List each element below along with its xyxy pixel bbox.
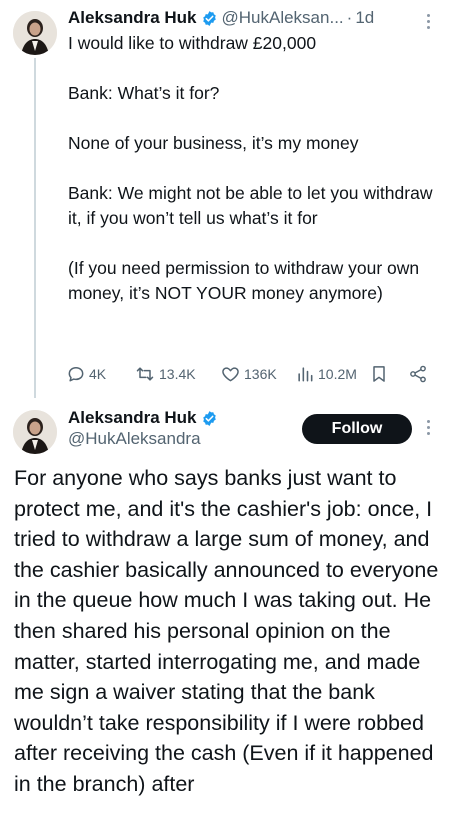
like-button[interactable]: 136K [220,364,277,384]
reply-button[interactable]: 4K [66,364,106,384]
author-handle[interactable]: @HukAleksandra [68,429,201,449]
verified-badge-icon [201,10,218,27]
follow-button[interactable]: Follow [302,414,412,444]
author-row: Aleksandra Huk [68,408,218,428]
verified-badge-icon [201,410,218,427]
bookmark-button[interactable] [369,364,389,384]
repost-button[interactable]: 13.4K [134,364,196,384]
tweet-text-line: None of your business, it’s my money [68,133,359,153]
share-button[interactable] [408,364,428,384]
share-icon [410,365,426,383]
views-icon [298,367,313,382]
reply-count: 4K [89,366,107,382]
like-count: 136K [244,366,277,382]
author-avatar[interactable] [13,11,57,55]
repost-count: 13.4K [159,366,196,382]
views-button[interactable]: 10.2M [295,364,357,384]
like-icon [222,367,239,382]
tweet-text-line: Bank: We might not be able to let you wi… [68,183,433,228]
tweet-text-line: Bank: What’s it for? [68,83,220,103]
author-display-name[interactable]: Aleksandra Huk [68,8,197,28]
tweet-body: For anyone who says banks just want to p… [14,466,439,796]
tweet-timestamp[interactable]: 1d [355,8,374,28]
tweet-text-line: (If you need permission to withdraw your… [68,258,420,303]
author-avatar[interactable] [13,410,57,454]
reply-icon [68,367,84,382]
tweet-body: I would like to withdraw £20,000 Bank: W… [68,31,434,306]
author-display-name[interactable]: Aleksandra Huk [68,408,197,428]
more-icon[interactable] [427,14,430,29]
tweet-text-line: I would like to withdraw £20,000 [68,33,317,53]
tweet-original[interactable]: Aleksandra Huk @HukAleksan... · 1d I wou… [0,0,450,398]
views-count: 10.2M [318,366,357,382]
tweet-actions: 4K 13.4K 136K 10.2M [62,364,440,390]
thread-connector [34,58,36,398]
bookmark-icon [373,366,385,382]
author-handle[interactable]: @HukAleksan... [222,8,344,28]
author-row: Aleksandra Huk @HukAleksan... · 1d [68,8,374,28]
more-icon[interactable] [427,420,430,435]
separator-dot: · [346,8,353,27]
repost-icon [136,367,154,381]
